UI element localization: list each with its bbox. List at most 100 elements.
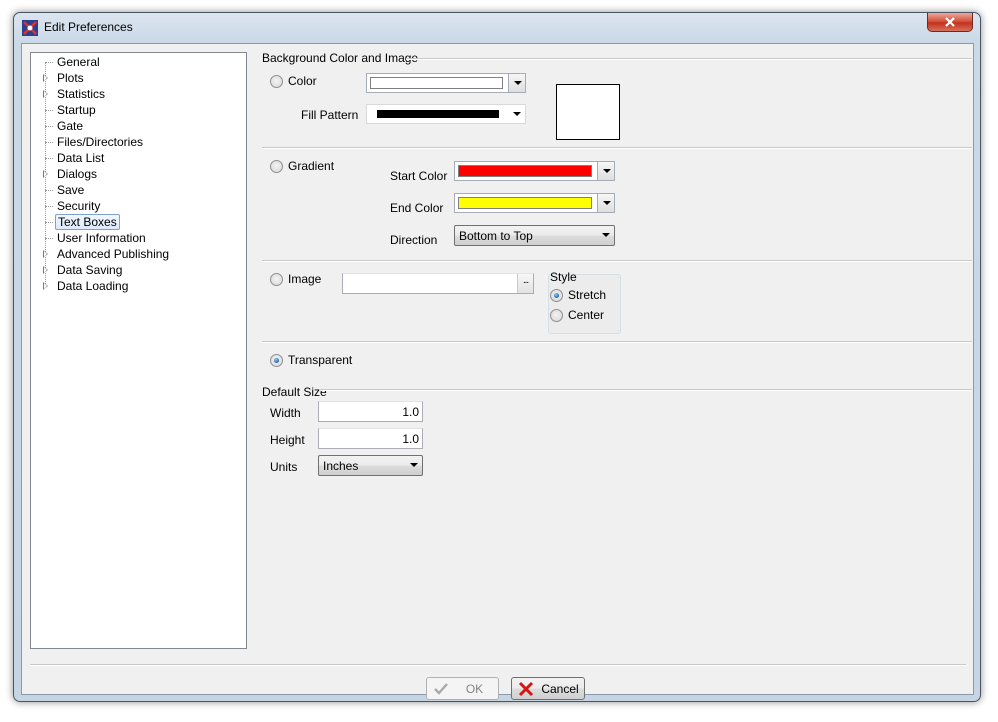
tree-item[interactable]: Data Saving xyxy=(31,262,247,278)
background-preview xyxy=(556,84,620,140)
tree-item-label: Advanced Publishing xyxy=(57,247,170,261)
chevron-down-icon[interactable] xyxy=(597,194,614,212)
color-radio[interactable] xyxy=(270,75,283,88)
gradient-radio[interactable] xyxy=(270,160,283,173)
tree-item[interactable]: Data List xyxy=(31,150,247,166)
end-color-combo[interactable] xyxy=(454,193,615,213)
tree-item-label: Data List xyxy=(57,151,105,165)
height-value: 1.0 xyxy=(402,432,419,446)
tree-item[interactable]: Files/Directories xyxy=(31,134,247,150)
ok-label: OK xyxy=(465,682,484,696)
app-icon xyxy=(22,20,38,36)
tree-connector xyxy=(45,238,53,239)
tree-item[interactable]: General xyxy=(31,54,247,70)
start-color-combo[interactable] xyxy=(454,161,615,181)
tree-item-label: Text Boxes xyxy=(55,214,120,230)
tree-connector xyxy=(45,222,53,223)
fill-pattern-combo[interactable] xyxy=(366,104,526,124)
tree-item[interactable]: Startup xyxy=(31,102,247,118)
tree-item-label: Save xyxy=(57,183,85,197)
tree-item-label: User Information xyxy=(57,231,146,245)
default-size-caption: Default Size xyxy=(262,385,327,399)
image-label: Image xyxy=(288,272,322,286)
tree-item-label: Gate xyxy=(57,119,84,133)
section-divider xyxy=(406,58,972,60)
fill-pattern-label: Fill Pattern xyxy=(301,108,359,122)
stretch-radio[interactable] xyxy=(550,289,563,302)
color-combo[interactable] xyxy=(366,73,526,93)
tree-item[interactable]: Plots xyxy=(31,70,247,86)
direction-select[interactable]: Bottom to Top xyxy=(454,225,615,246)
edit-preferences-window: Edit Preferences General Plots Statistics S… xyxy=(13,12,981,702)
expand-arrow-icon[interactable] xyxy=(43,266,48,274)
cancel-button[interactable]: Cancel xyxy=(511,677,585,700)
tree-item-label: General xyxy=(57,55,100,69)
color-swatch xyxy=(370,77,503,89)
tree-item-label: Security xyxy=(57,199,101,213)
tree-connector xyxy=(45,190,53,191)
image-radio[interactable] xyxy=(270,273,283,286)
expand-arrow-icon[interactable] xyxy=(43,250,48,258)
tree-connector xyxy=(45,142,53,143)
width-input[interactable]: 1.0 xyxy=(318,401,423,422)
dialog-client-area: General Plots Statistics Startup Gate Files/D… xyxy=(21,43,974,700)
expand-arrow-icon[interactable] xyxy=(43,90,48,98)
chevron-down-icon[interactable] xyxy=(508,74,525,92)
height-input[interactable]: 1.0 xyxy=(318,428,423,449)
ok-button[interactable]: OK xyxy=(426,677,499,700)
section-divider xyxy=(320,389,972,391)
center-radio[interactable] xyxy=(550,309,563,322)
units-value: Inches xyxy=(323,459,359,473)
cancel-label: Cancel xyxy=(541,682,579,696)
gradient-label: Gradient xyxy=(288,159,335,173)
tree-item[interactable]: Data Loading xyxy=(31,278,247,294)
tree-item-label: Dialogs xyxy=(57,167,98,181)
end-color-swatch xyxy=(458,197,592,209)
window-title: Edit Preferences xyxy=(44,20,133,34)
tree-connector xyxy=(45,158,53,159)
title-bar[interactable]: Edit Preferences xyxy=(14,13,980,41)
expand-arrow-icon[interactable] xyxy=(43,282,48,290)
style-caption: Style xyxy=(550,270,577,284)
tree-item[interactable]: Dialogs xyxy=(31,166,247,182)
transparent-label: Transparent xyxy=(288,353,353,367)
end-color-label: End Color xyxy=(390,201,444,215)
close-button[interactable] xyxy=(927,13,973,32)
image-path-input[interactable]: ... xyxy=(342,273,534,294)
chevron-down-icon[interactable] xyxy=(597,162,614,180)
tree-connector xyxy=(45,110,53,111)
tree-item[interactable]: Security xyxy=(31,198,247,214)
tree-item[interactable]: Gate xyxy=(31,118,247,134)
preferences-tree[interactable]: General Plots Statistics Startup Gate Files/D… xyxy=(30,52,247,649)
tree-item-label: Statistics xyxy=(57,87,106,101)
color-label: Color xyxy=(288,74,317,88)
tree-item-label: Startup xyxy=(57,103,96,117)
units-label: Units xyxy=(270,460,298,474)
height-label: Height xyxy=(270,433,305,447)
tree-item[interactable]: Save xyxy=(31,182,247,198)
chevron-down-icon[interactable] xyxy=(508,105,525,123)
section-divider xyxy=(262,260,972,262)
section-divider xyxy=(262,341,972,343)
tree-item[interactable]: User Information xyxy=(31,230,247,246)
width-label: Width xyxy=(270,406,301,420)
footer-divider xyxy=(30,664,966,666)
tree-item[interactable]: Statistics xyxy=(31,86,247,102)
chevron-down-icon xyxy=(597,226,611,245)
tree-item[interactable]: Advanced Publishing xyxy=(31,246,247,262)
tree-connector xyxy=(45,62,53,63)
background-section-caption: Background Color and Image xyxy=(262,51,419,65)
direction-value: Bottom to Top xyxy=(459,229,533,243)
tree-item-label: Plots xyxy=(57,71,84,85)
tree-item-label: Data Saving xyxy=(57,263,123,277)
fill-pattern-swatch xyxy=(377,110,499,118)
tree-item[interactable]: Text Boxes xyxy=(31,214,247,230)
tree-connector xyxy=(45,126,53,127)
transparent-radio[interactable] xyxy=(270,354,283,367)
chevron-down-icon xyxy=(405,456,419,475)
expand-arrow-icon[interactable] xyxy=(43,74,48,82)
units-select[interactable]: Inches xyxy=(318,455,423,476)
width-value: 1.0 xyxy=(402,405,419,419)
browse-button[interactable]: ... xyxy=(517,274,533,293)
expand-arrow-icon[interactable] xyxy=(43,170,48,178)
